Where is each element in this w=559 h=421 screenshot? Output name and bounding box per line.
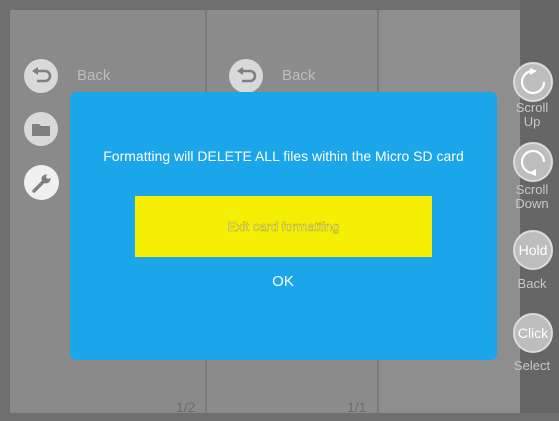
click-select-label: Select — [513, 358, 551, 373]
scroll-down-icon — [520, 149, 546, 176]
scroll-up-button[interactable] — [513, 62, 553, 102]
format-confirm-dialog: Formatting will DELETE ALL files within … — [70, 92, 497, 360]
bezel-left — [0, 0, 10, 421]
hold-back-label: Back — [517, 276, 547, 291]
bezel-top — [0, 0, 559, 10]
hold-text: Hold — [518, 242, 548, 258]
submenu-back-button[interactable] — [229, 59, 263, 93]
scroll-down-label: Scroll Down — [515, 182, 549, 211]
device-screen: Back 1/2 Back 1/1 Scroll Up Scroll Down … — [0, 0, 559, 421]
exit-card-formatting-label: Exit card formatting — [227, 219, 340, 235]
back-label: Back — [77, 67, 111, 84]
folder-icon — [32, 124, 50, 136]
hold-back-button[interactable]: Hold — [513, 230, 553, 270]
scroll-up-label: Scroll Up — [515, 100, 549, 129]
scroll-up-icon — [520, 68, 546, 95]
submenu-back-label: Back — [282, 67, 316, 84]
return-arrow-icon — [32, 67, 52, 83]
bezel-bottom — [0, 413, 559, 421]
settings-button[interactable] — [24, 165, 59, 200]
wrench-icon — [31, 174, 50, 193]
exit-card-formatting-button[interactable]: Exit card formatting — [135, 196, 432, 257]
folder-button[interactable] — [24, 112, 58, 146]
scroll-down-button[interactable] — [513, 142, 553, 182]
back-button[interactable] — [24, 59, 58, 93]
click-select-button[interactable]: Click — [513, 313, 553, 353]
ok-button[interactable]: OK — [233, 273, 333, 297]
dialog-message: Formatting will DELETE ALL files within … — [103, 148, 464, 164]
return-arrow-icon — [237, 67, 257, 83]
click-text: Click — [517, 325, 549, 341]
